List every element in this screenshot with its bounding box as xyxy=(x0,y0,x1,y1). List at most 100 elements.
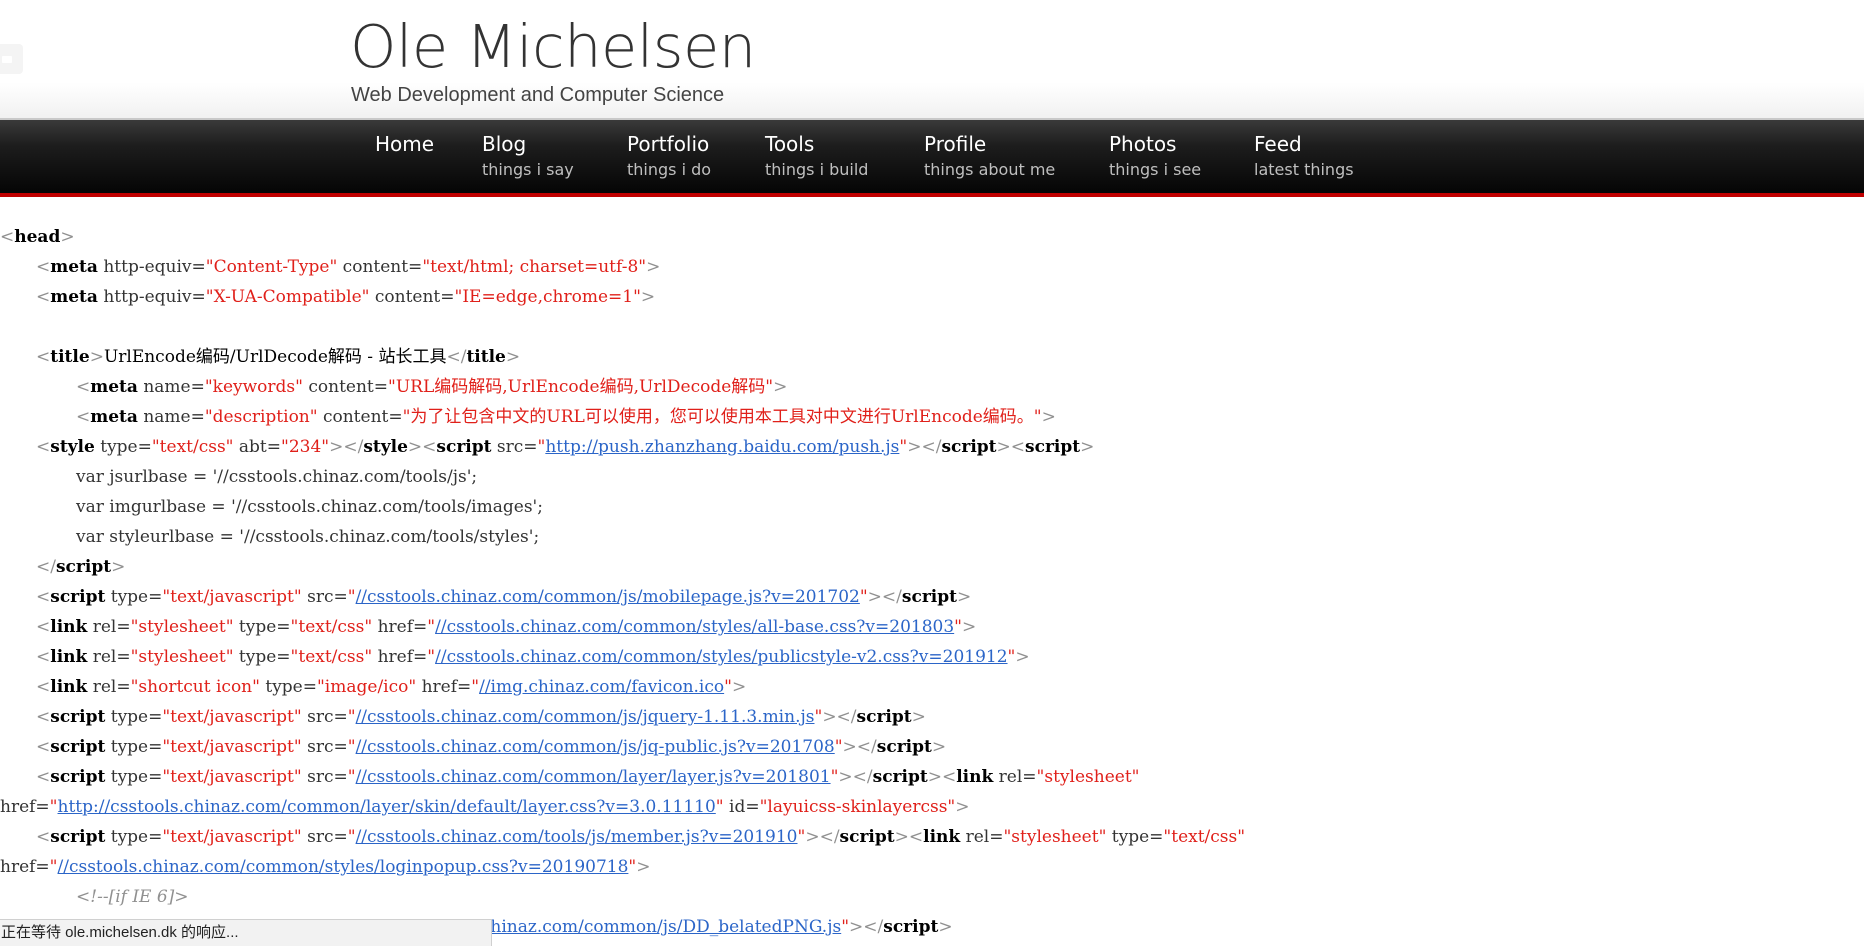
code-token: "stylesheet" xyxy=(1036,767,1140,787)
code-line: <meta name="description" content="为了让包含中… xyxy=(76,402,1056,432)
code-token: type= xyxy=(1106,827,1164,847)
nav-item-photos[interactable]: Photos things i see xyxy=(1109,132,1201,180)
code-link[interactable]: //csstools.chinaz.com/common/styles/logi… xyxy=(58,857,629,877)
code-token: link xyxy=(50,647,88,667)
code-token: > xyxy=(962,617,977,637)
nav-item-portfolio[interactable]: Portfolio things i do xyxy=(627,132,711,180)
code-token: < xyxy=(36,437,51,457)
code-token: "URL编码解码,UrlEncode编码,UrlDecode解码" xyxy=(388,377,774,397)
code-token: "X-UA-Compatible" xyxy=(205,287,370,307)
code-token: " xyxy=(49,797,58,817)
code-token: "Content-Type" xyxy=(205,257,338,277)
code-link[interactable]: //csstools.chinaz.com/common/styles/all-… xyxy=(435,617,954,637)
code-token: " xyxy=(347,707,356,727)
code-token: script xyxy=(55,557,112,577)
code-token: content= xyxy=(369,287,455,307)
code-token: "text/css" xyxy=(290,647,373,667)
code-line: <style type="text/css" abt="234"></style… xyxy=(36,432,1094,462)
code-token: type= xyxy=(94,437,152,457)
code-token: content= xyxy=(302,377,388,397)
code-token: </ xyxy=(446,347,467,367)
code-token: "stylesheet" xyxy=(130,617,234,637)
code-token: type= xyxy=(105,707,163,727)
code-line: <script type="text/javascript" src="//cs… xyxy=(36,762,1139,792)
nav-item-tools[interactable]: Tools things i build xyxy=(765,132,868,180)
code-token: "text/css" xyxy=(1163,827,1246,847)
code-token: < xyxy=(36,767,51,787)
side-tab-icon[interactable] xyxy=(0,44,23,74)
code-link[interactable]: //csstools.chinaz.com/common/js/jq-publi… xyxy=(356,737,835,757)
code-link[interactable]: //csstools.chinaz.com/common/js/jquery-1… xyxy=(356,707,815,727)
nav-label: Blog xyxy=(482,132,527,156)
code-token: < xyxy=(36,677,51,697)
code-link[interactable]: //csstools.chinaz.com/common/styles/publ… xyxy=(435,647,1007,667)
code-token: var imgurlbase = '//csstools.chinaz.com/… xyxy=(76,497,543,517)
site-title[interactable]: Ole Michelsen xyxy=(350,12,756,81)
code-token: link xyxy=(956,767,994,787)
nav-item-home[interactable]: Home xyxy=(375,132,434,160)
code-token: < xyxy=(36,827,51,847)
site-header: Ole Michelsen Web Development and Comput… xyxy=(0,0,1864,120)
code-line: var styleurlbase = '//csstools.chinaz.co… xyxy=(76,522,539,552)
code-line: <meta http-equiv="Content-Type" content=… xyxy=(36,252,660,282)
code-token: type= xyxy=(105,587,163,607)
code-line: <link rel="stylesheet" type="text/css" h… xyxy=(36,642,1030,672)
code-token: title xyxy=(50,347,90,367)
code-token: style xyxy=(50,437,95,457)
code-link[interactable]: //csstools.chinaz.com/tools/js/member.js… xyxy=(356,827,798,847)
code-token: "stylesheet" xyxy=(1003,827,1107,847)
code-token: " xyxy=(427,617,436,637)
code-token: type= xyxy=(233,617,291,637)
code-token: < xyxy=(36,707,51,727)
code-token: rel= xyxy=(87,647,131,667)
code-link[interactable]: //csstools.chinaz.com/common/js/mobilepa… xyxy=(356,587,860,607)
nav-sublabel: things about me xyxy=(924,160,1056,179)
nav-item-profile[interactable]: Profile things about me xyxy=(924,132,1055,180)
code-link[interactable]: http://push.zhanzhang.baidu.com/push.js xyxy=(545,437,899,457)
code-token: </ xyxy=(36,557,56,577)
code-token: " xyxy=(347,827,356,847)
code-token: content= xyxy=(317,407,403,427)
code-token: script xyxy=(883,917,939,937)
code-token: "stylesheet" xyxy=(130,647,234,667)
code-token: " xyxy=(471,677,480,697)
code-token: > xyxy=(931,737,947,757)
code-token: type= xyxy=(105,737,163,757)
code-token: src= xyxy=(301,737,348,757)
code-token: "text/css" xyxy=(290,617,373,637)
code-token: script xyxy=(839,827,895,847)
code-token: type= xyxy=(233,647,291,667)
code-token: "keywords" xyxy=(204,377,303,397)
code-token: > xyxy=(111,557,126,577)
code-line: <script type="text/javascript" src="//cs… xyxy=(36,582,971,612)
code-token: link xyxy=(50,617,88,637)
code-token: < xyxy=(36,587,51,607)
code-token: type= xyxy=(105,827,163,847)
code-token: " xyxy=(427,647,436,667)
code-token: "text/javascript" xyxy=(162,587,302,607)
code-token: type= xyxy=(259,677,317,697)
code-token: rel= xyxy=(87,617,131,637)
nav-label: Home xyxy=(375,132,435,156)
code-token: > xyxy=(646,257,661,277)
code-line: <title>UrlEncode编码/UrlDecode解码 - 站长工具</t… xyxy=(36,342,520,372)
nav-item-feed[interactable]: Feed latest things xyxy=(1254,132,1354,180)
code-token: > xyxy=(956,587,972,607)
code-token: < xyxy=(36,647,51,667)
code-token: src= xyxy=(301,827,348,847)
code-token: script xyxy=(856,707,912,727)
code-token: >< xyxy=(996,437,1026,457)
code-token: var jsurlbase = '//csstools.chinaz.com/t… xyxy=(76,467,478,487)
code-link[interactable]: //csstools.chinaz.com/common/layer/layer… xyxy=(356,767,831,787)
code-token: "text/javascript" xyxy=(162,827,302,847)
code-token: > xyxy=(938,917,953,937)
code-token: UrlEncode编码/UrlDecode解码 - 站长工具 xyxy=(103,347,447,367)
nav-label: Feed xyxy=(1254,132,1302,156)
code-token: meta xyxy=(90,377,138,397)
nav-item-blog[interactable]: Blog things i say xyxy=(482,132,574,180)
code-token: src= xyxy=(491,437,538,457)
code-token: > xyxy=(955,797,970,817)
code-link[interactable]: //img.chinaz.com/favicon.ico xyxy=(479,677,724,697)
code-token: src= xyxy=(301,587,348,607)
code-link[interactable]: http://csstools.chinaz.com/common/layer/… xyxy=(58,797,716,817)
